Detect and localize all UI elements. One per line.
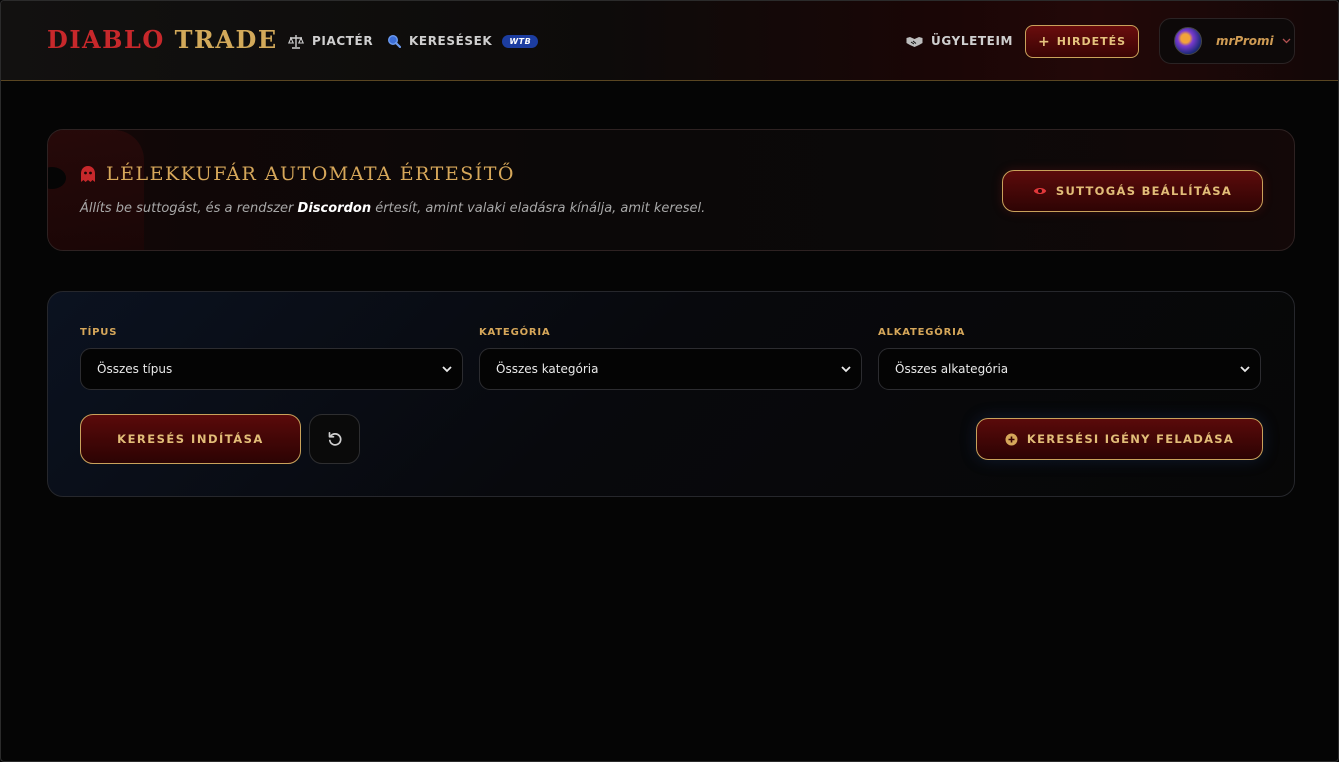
nav-deals-label: ÜGYLETEIM — [931, 34, 1014, 48]
nav-searches-link[interactable]: KERESÉSEK WTB — [387, 32, 539, 50]
ghost-icon — [81, 166, 95, 182]
nav-market-link[interactable]: PIACTÉR — [288, 32, 373, 50]
app-window: DIABLO TRADE PIACTÉR KERESÉSEK WTB ÜGYLE… — [0, 0, 1339, 762]
chevron-down-icon — [442, 365, 452, 372]
subcategory-select[interactable]: Összes alkategória — [878, 348, 1261, 390]
chevron-down-icon — [841, 365, 851, 372]
plus-icon: + — [1037, 33, 1051, 50]
subcategory-select-value: Összes alkategória — [895, 362, 1009, 376]
plus-circle-icon — [1005, 433, 1018, 445]
reset-icon — [328, 431, 341, 446]
post-search-request-button[interactable]: KERESÉSI IGÉNY FELADÁSA — [976, 418, 1263, 460]
username: mrPromi — [1216, 34, 1274, 48]
nav-searches-label: KERESÉSEK — [409, 34, 493, 48]
nav-market-label: PIACTÉR — [312, 34, 374, 48]
handshake-icon — [906, 36, 923, 47]
logo-word-trade: TRADE — [174, 25, 278, 54]
scale-icon — [288, 34, 304, 49]
banner-title-text: LÉLEKKUFÁR AUTOMATA ÉRTESÍTŐ — [106, 163, 515, 185]
banner-subtitle-start: Állíts be suttogást, és a rendszer — [80, 201, 298, 216]
nav-deals-link[interactable]: ÜGYLETEIM — [906, 32, 1013, 50]
whisper-settings-button[interactable]: SUTTOGÁS BEÁLLÍTÁSA — [1002, 170, 1263, 212]
type-label: TÍPUS — [80, 327, 118, 338]
chevron-down-icon — [1240, 365, 1250, 372]
avatar — [1174, 27, 1202, 55]
category-select[interactable]: Összes kategória — [479, 348, 862, 390]
subcategory-label: ALKATEGÓRIA — [878, 327, 966, 338]
reset-filters-button[interactable] — [309, 414, 360, 464]
banner-subtitle: Állíts be suttogást, és a rendszer Disco… — [80, 201, 705, 216]
start-search-label: KERESÉS INDÍTÁSA — [117, 432, 264, 446]
eye-icon — [1033, 188, 1047, 194]
banner-title: LÉLEKKUFÁR AUTOMATA ÉRTESÍTŐ — [80, 163, 515, 185]
type-select[interactable]: Összes típus — [80, 348, 463, 390]
post-ad-button[interactable]: + HIRDETÉS — [1025, 25, 1139, 58]
top-navbar: DIABLO TRADE PIACTÉR KERESÉSEK WTB ÜGYLE… — [1, 1, 1338, 81]
category-label: KATEGÓRIA — [479, 327, 551, 338]
post-ad-label: HIRDETÉS — [1056, 35, 1127, 48]
banner-subtitle-end: értesít, amint valaki eladásra kínálja, … — [371, 201, 706, 216]
wtb-badge: WTB — [502, 34, 539, 48]
search-icon — [387, 34, 401, 48]
user-menu[interactable]: mrPromi — [1159, 18, 1295, 64]
chevron-down-icon — [1282, 36, 1291, 47]
banner-accent — [48, 130, 144, 250]
type-select-value: Összes típus — [97, 362, 173, 376]
post-search-request-label: KERESÉSI IGÉNY FELADÁSA — [1026, 432, 1235, 446]
category-select-value: Összes kategória — [496, 362, 599, 376]
site-logo[interactable]: DIABLO TRADE — [47, 25, 278, 54]
start-search-button[interactable]: KERESÉS INDÍTÁSA — [80, 414, 301, 464]
banner-subtitle-discord: Discordon — [297, 201, 372, 216]
filter-panel: TÍPUS Összes típus KATEGÓRIA Összes kate… — [47, 291, 1295, 497]
notifier-banner: LÉLEKKUFÁR AUTOMATA ÉRTESÍTŐ Állíts be s… — [47, 129, 1295, 251]
whisper-settings-label: SUTTOGÁS BEÁLLÍTÁSA — [1055, 184, 1233, 198]
logo-word-diablo: DIABLO — [47, 25, 165, 54]
